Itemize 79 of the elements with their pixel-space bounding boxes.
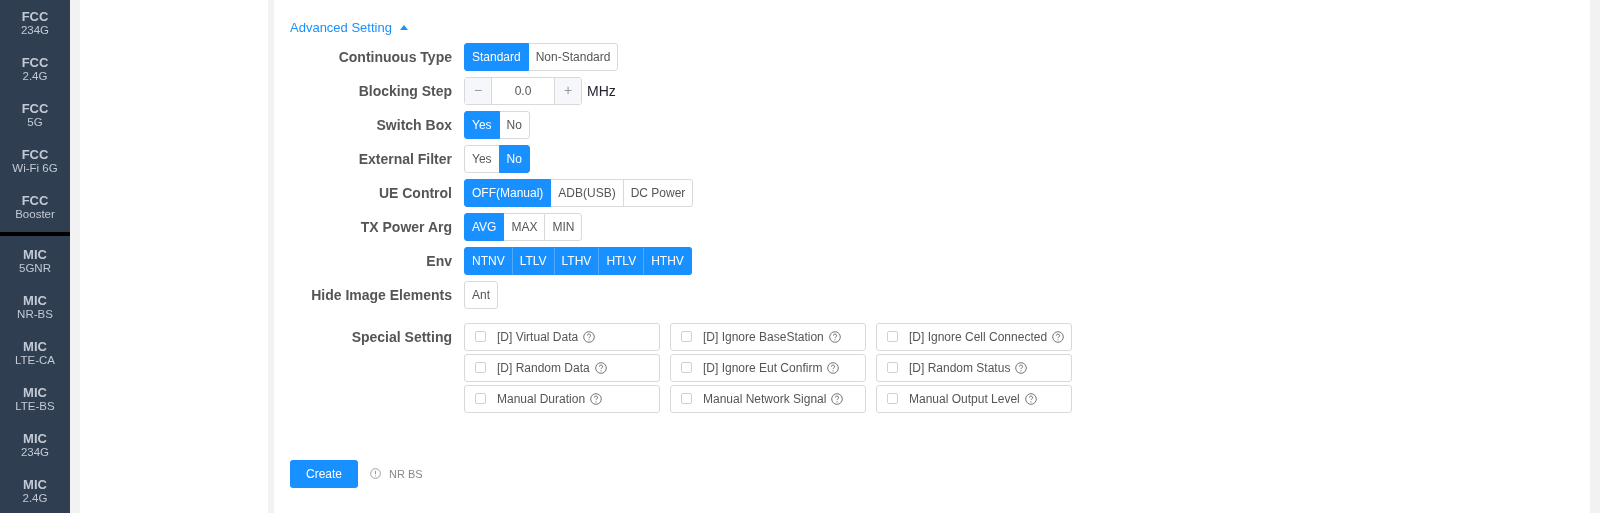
checkbox[interactable] bbox=[475, 393, 486, 405]
sidebar-item-title[interactable]: MIC bbox=[23, 340, 47, 354]
field-label: TX Power Arg bbox=[359, 217, 452, 237]
help-icon[interactable] bbox=[594, 361, 607, 374]
checkbox-label: [D] Random Status bbox=[909, 359, 1011, 377]
checkbox-label: [D] Ignore Eut Confirm bbox=[703, 359, 823, 377]
checkbox-label: Manual Network Signal bbox=[703, 390, 827, 408]
checkbox-option[interactable]: [D] Ignore BaseStation bbox=[670, 322, 866, 351]
sidebar-item-title[interactable]: MIC bbox=[23, 432, 47, 446]
sidebar-item-title[interactable]: MIC bbox=[23, 478, 47, 492]
field-label: Special Setting bbox=[350, 327, 452, 347]
field-label: UE Control bbox=[377, 183, 452, 203]
help-icon[interactable] bbox=[590, 392, 603, 405]
sidebar-item-subtitle[interactable]: 234G bbox=[20, 445, 50, 458]
checkbox-option[interactable]: [D] Virtual Data bbox=[464, 322, 660, 351]
help-icon[interactable] bbox=[1015, 361, 1028, 374]
sidebar-item-subtitle[interactable]: LTE-CA bbox=[14, 353, 55, 366]
sidebar-item-title[interactable]: FCC bbox=[21, 148, 49, 162]
option-button[interactable]: Yes bbox=[464, 144, 500, 173]
checkbox-option[interactable]: [D] Random Data bbox=[464, 353, 660, 382]
checkbox-option[interactable]: Manual Network Signal bbox=[670, 384, 866, 413]
sidebar-item-title[interactable]: FCC bbox=[21, 102, 49, 116]
sidebar-item-subtitle[interactable]: 234G bbox=[20, 23, 50, 36]
checkbox[interactable] bbox=[681, 362, 692, 374]
checkbox[interactable] bbox=[475, 331, 486, 343]
field-label: Env bbox=[425, 251, 452, 271]
checkbox-label: [D] Ignore Cell Connected bbox=[909, 328, 1048, 346]
help-icon[interactable] bbox=[827, 361, 840, 374]
checkbox-label: [D] Random Data bbox=[497, 359, 590, 377]
sidebar-item-subtitle[interactable]: 2.4G bbox=[22, 491, 48, 504]
field-label: Blocking Step bbox=[357, 81, 452, 101]
sidebar-item-subtitle[interactable]: Wi-Fi 6G bbox=[12, 161, 58, 174]
checkbox-label: [D] Ignore BaseStation bbox=[703, 328, 824, 346]
info-icon bbox=[370, 468, 381, 480]
checkbox[interactable] bbox=[475, 362, 486, 374]
checkbox-option[interactable]: [D] Ignore Cell Connected bbox=[876, 322, 1072, 351]
checkbox[interactable] bbox=[887, 362, 898, 374]
checkbox-option[interactable]: [D] Random Status bbox=[876, 353, 1072, 382]
sidebar-item-subtitle[interactable]: LTE-BS bbox=[15, 399, 55, 412]
sidebar-item-subtitle[interactable]: 5G bbox=[27, 115, 43, 128]
caret-icon bbox=[399, 24, 408, 31]
option-button[interactable]: No bbox=[498, 110, 530, 139]
checkbox-label: [D] Virtual Data bbox=[497, 328, 579, 346]
option-button[interactable]: Non-Standard bbox=[527, 42, 619, 71]
help-icon[interactable] bbox=[1052, 330, 1065, 343]
checkbox[interactable] bbox=[887, 393, 898, 405]
field-label: External Filter bbox=[357, 149, 452, 169]
field-label: Hide Image Elements bbox=[310, 285, 452, 305]
option-button[interactable]: DC Power bbox=[622, 178, 694, 207]
help-icon[interactable] bbox=[583, 330, 596, 343]
sidebar-item-title[interactable]: FCC bbox=[21, 10, 49, 24]
sidebar-item-subtitle[interactable]: 2.4G bbox=[22, 69, 48, 82]
option-button[interactable]: Ant bbox=[464, 280, 498, 309]
option-button[interactable]: ADB(USB) bbox=[550, 178, 624, 207]
sidebar-item-title[interactable]: MIC bbox=[23, 294, 47, 308]
checkbox-label: Manual Duration bbox=[497, 390, 586, 408]
help-icon[interactable] bbox=[831, 392, 844, 405]
checkbox-option[interactable]: [D] Ignore Eut Confirm bbox=[670, 353, 866, 382]
sidebar-item-title[interactable]: FCC bbox=[21, 56, 49, 70]
field-label: Continuous Type bbox=[337, 47, 452, 67]
checkbox[interactable] bbox=[887, 331, 898, 343]
sidebar-item-title[interactable]: FCC bbox=[21, 194, 49, 208]
checkbox-label: Manual Output Level bbox=[909, 390, 1020, 408]
help-icon[interactable] bbox=[828, 330, 841, 343]
unit-label: MHz bbox=[587, 81, 616, 101]
sidebar-item-subtitle[interactable]: Booster bbox=[15, 207, 55, 220]
checkbox[interactable] bbox=[681, 393, 692, 405]
field-label: Switch Box bbox=[375, 115, 452, 135]
note-text: NR BS bbox=[389, 466, 423, 482]
sidebar-item-title[interactable]: MIC bbox=[23, 386, 47, 400]
checkbox[interactable] bbox=[681, 331, 692, 343]
help-icon[interactable] bbox=[1024, 392, 1037, 405]
option-button[interactable]: MAX bbox=[503, 212, 546, 241]
sidebar-item-title[interactable]: MIC bbox=[23, 248, 47, 262]
checkbox-option[interactable]: Manual Output Level bbox=[876, 384, 1072, 413]
option-button[interactable]: MIN bbox=[544, 212, 583, 241]
sidebar-item-subtitle[interactable]: 5GNR bbox=[19, 261, 51, 274]
sidebar-item-subtitle[interactable]: NR-BS bbox=[17, 307, 53, 320]
checkbox-option[interactable]: Manual Duration bbox=[464, 384, 660, 413]
